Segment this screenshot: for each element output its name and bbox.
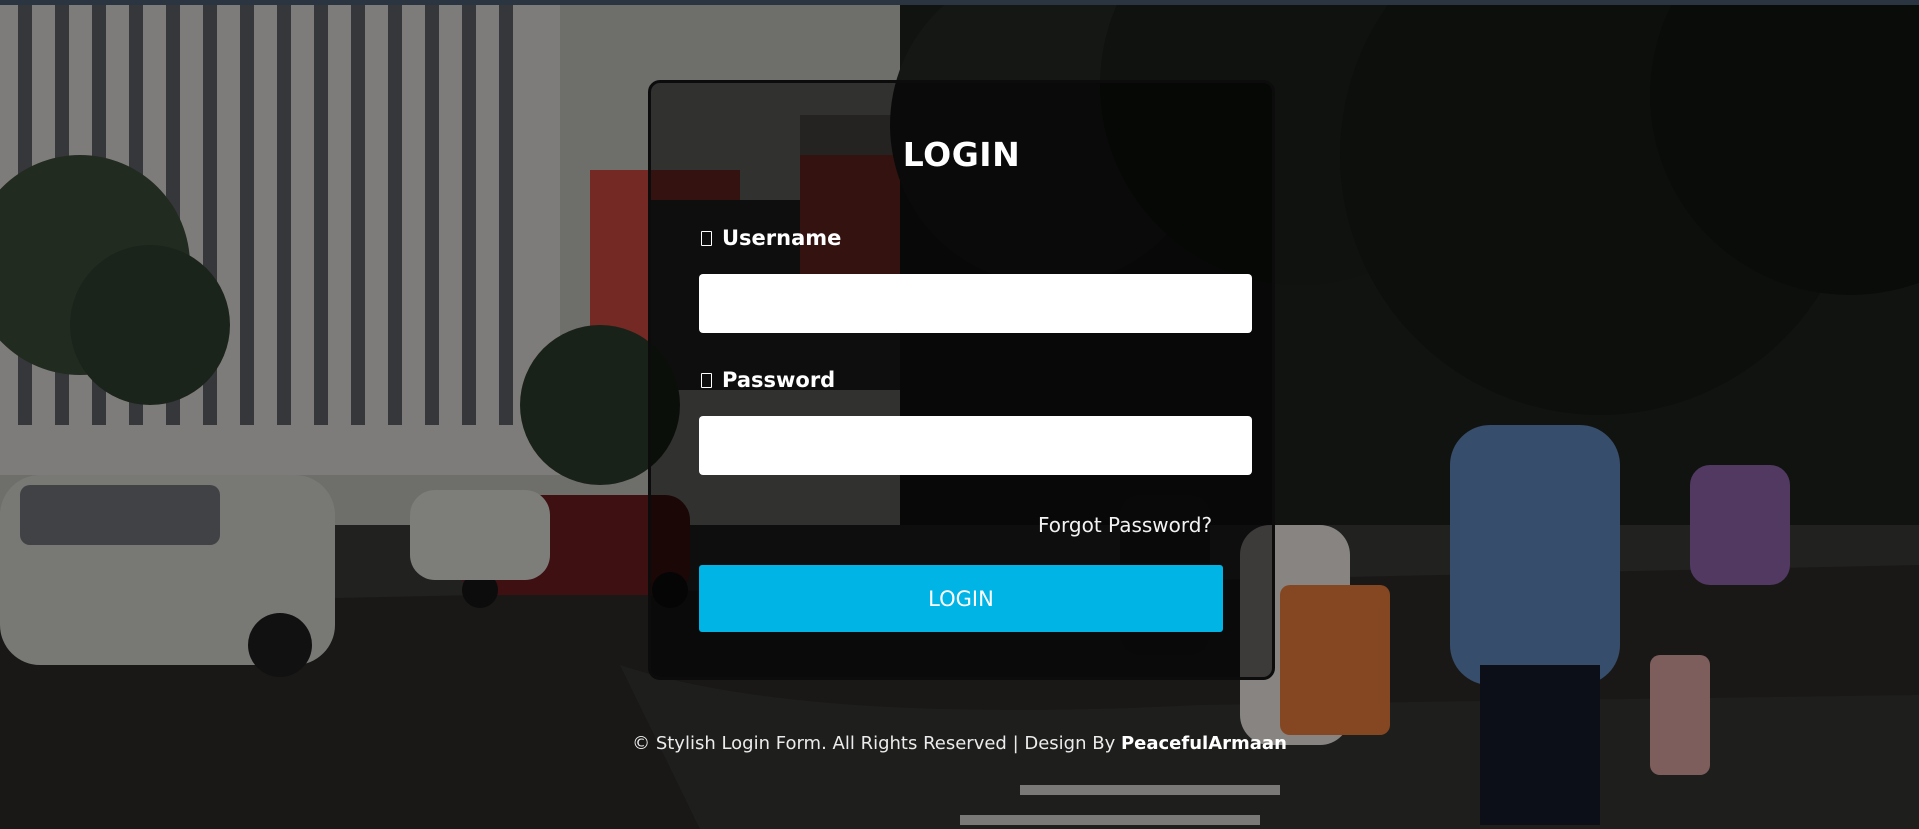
username-label: Username (701, 226, 841, 250)
forgot-password-link[interactable]: Forgot Password? (1038, 513, 1212, 537)
username-input[interactable] (699, 274, 1252, 333)
login-button[interactable]: LOGIN (699, 565, 1223, 632)
user-icon (701, 230, 712, 246)
password-label-text: Password (722, 368, 836, 392)
username-label-text: Username (722, 226, 842, 250)
password-input[interactable] (699, 416, 1252, 475)
footer-brand: PeacefulArmaan (1120, 733, 1287, 754)
login-card: LOGIN Username Password Forgot Password?… (648, 80, 1275, 680)
password-label: Password (701, 368, 835, 392)
footer-text: © Stylish Login Form. All Rights Reserve… (632, 733, 1116, 754)
login-title: LOGIN (902, 135, 1021, 174)
lock-icon (701, 372, 712, 388)
footer: © Stylish Login Form. All Rights Reserve… (0, 733, 1919, 754)
